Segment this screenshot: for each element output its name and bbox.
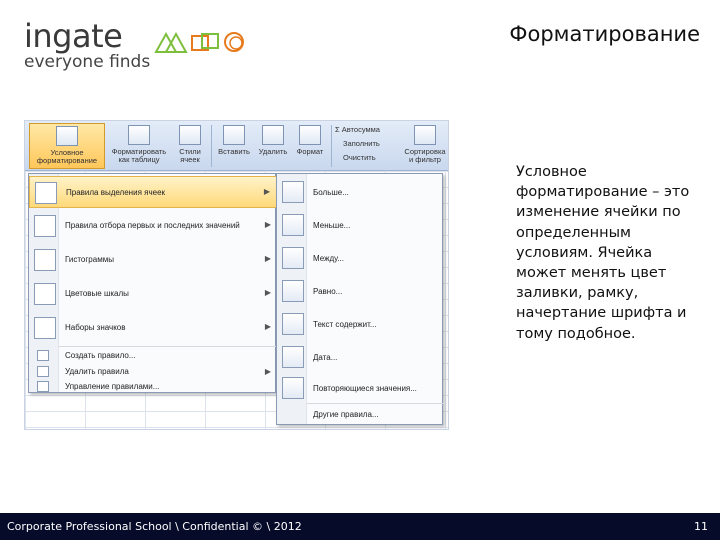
conditional-format-icon — [56, 126, 78, 146]
menu-separator — [59, 346, 277, 347]
clear-button[interactable]: Очистить — [343, 153, 376, 162]
text-contains-icon — [282, 313, 304, 335]
between-icon — [282, 247, 304, 269]
format-button[interactable]: Формат — [293, 123, 327, 169]
menu-item-label: Правила выделения ячеек — [66, 188, 166, 197]
menu-item-highlight-rules[interactable]: Правила выделения ячеек ▶ — [29, 176, 277, 208]
chevron-right-icon: ▶ — [263, 187, 270, 196]
submenu-separator — [307, 403, 444, 404]
top-bottom-icon — [34, 215, 56, 237]
chevron-right-icon: ▶ — [264, 220, 271, 229]
menu-item-label: Правила отбора первых и последних значен… — [65, 221, 240, 230]
ribbon-separator — [211, 125, 212, 167]
chevron-right-icon: ▶ — [264, 322, 271, 331]
submenu-item-label: Дата... — [313, 353, 338, 362]
date-icon — [282, 346, 304, 368]
ribbon-separator — [331, 125, 332, 167]
manage-rules-icon — [37, 381, 49, 392]
footer-bar: Corporate Professional School \ Confiden… — [0, 513, 720, 540]
submenu-item-between[interactable]: Между... — [277, 242, 444, 275]
clear-rules-icon — [37, 366, 49, 377]
excel-screenshot: Условное форматирование Форматировать ка… — [24, 120, 449, 430]
format-icon — [299, 125, 321, 145]
menu-item-label: Удалить правила — [65, 367, 129, 376]
menu-item-label: Управление правилами... — [65, 382, 160, 391]
menu-item-new-rule[interactable]: Создать правило... — [29, 348, 277, 364]
sort-filter-label: Сортировка и фильтр — [404, 147, 446, 164]
new-rule-icon — [37, 350, 49, 361]
data-bars-icon — [34, 249, 56, 271]
submenu-item-label: Равно... — [313, 287, 343, 296]
less-than-icon — [282, 214, 304, 236]
cell-styles-label: Стили ячеек — [179, 147, 201, 164]
submenu-item-label: Повторяющиеся значения... — [313, 384, 417, 393]
insert-label: Вставить — [218, 147, 250, 156]
format-as-table-label: Форматировать как таблицу — [111, 147, 167, 164]
menu-item-manage-rules[interactable]: Управление правилами... — [29, 379, 277, 395]
slide: ingate everyone finds Форматирование Усл… — [0, 0, 720, 540]
color-scales-icon — [34, 283, 56, 305]
menu-item-data-bars[interactable]: Гистограммы ▶ — [29, 244, 277, 276]
sort-icon — [414, 125, 436, 145]
submenu-item-equal[interactable]: Равно... — [277, 275, 444, 308]
chevron-right-icon: ▶ — [264, 288, 271, 297]
format-label: Формат — [296, 147, 324, 156]
conditional-format-menu: Правила выделения ячеек ▶ Правила отбора… — [28, 173, 277, 395]
sort-filter-button[interactable]: Сортировка и фильтр — [403, 123, 447, 169]
chevron-right-icon: ▶ — [264, 367, 271, 376]
highlight-rules-submenu: Больше... Меньше... Между... Равно... Те… — [276, 173, 444, 425]
logo-word: ingate — [24, 17, 123, 55]
footer-text: Corporate Professional School \ Confiden… — [7, 520, 302, 533]
autosum-button[interactable]: Σ Автосумма — [335, 125, 380, 134]
delete-label: Удалить — [258, 147, 288, 156]
greater-than-icon — [282, 181, 304, 203]
submenu-item-duplicates[interactable]: Повторяющиеся значения... — [277, 372, 444, 405]
menu-item-icon-sets[interactable]: Наборы значков ▶ — [29, 312, 277, 344]
submenu-item-label: Больше... — [313, 188, 349, 197]
highlight-rules-icon — [35, 182, 57, 204]
fill-button[interactable]: Заполнить — [343, 139, 380, 148]
menu-item-clear-rules[interactable]: Удалить правила ▶ — [29, 364, 277, 380]
duplicate-values-icon — [282, 377, 304, 399]
submenu-item-label: Меньше... — [313, 221, 351, 230]
submenu-item-date[interactable]: Дата... — [277, 341, 444, 374]
slide-body-text: Условное форматирование – это изменение … — [516, 164, 690, 342]
ingate-logo: ingate everyone finds — [24, 17, 244, 72]
conditional-format-label: Условное форматирование — [36, 148, 98, 165]
insert-icon — [223, 125, 245, 145]
equal-icon — [282, 280, 304, 302]
page-number: 11 — [694, 520, 708, 533]
logo-mark-icon — [154, 31, 244, 53]
conditional-format-button[interactable]: Условное форматирование — [29, 123, 105, 169]
submenu-item-greater[interactable]: Больше... — [277, 176, 444, 209]
cell-styles-icon — [179, 125, 201, 145]
chevron-right-icon: ▶ — [264, 254, 271, 263]
logo-tagline: everyone finds — [24, 52, 151, 72]
menu-item-top-bottom-rules[interactable]: Правила отбора первых и последних значен… — [29, 210, 277, 242]
insert-button[interactable]: Вставить — [215, 123, 253, 169]
icon-sets-icon — [34, 317, 56, 339]
menu-item-label: Гистограммы — [65, 255, 114, 264]
submenu-item-label: Текст содержит... — [313, 320, 377, 329]
submenu-item-less[interactable]: Меньше... — [277, 209, 444, 242]
table-format-icon — [128, 125, 150, 145]
menu-item-label: Цветовые шкалы — [65, 289, 129, 298]
menu-item-color-scales[interactable]: Цветовые шкалы ▶ — [29, 278, 277, 310]
menu-item-label: Наборы значков — [65, 323, 126, 332]
submenu-item-other-rules[interactable]: Другие правила... — [313, 410, 379, 419]
delete-icon — [262, 125, 284, 145]
format-as-table-button[interactable]: Форматировать как таблицу — [107, 123, 171, 169]
submenu-item-text-contains[interactable]: Текст содержит... — [277, 308, 444, 341]
delete-button[interactable]: Удалить — [255, 123, 291, 169]
ribbon: Условное форматирование Форматировать ка… — [25, 121, 448, 171]
slide-title: Форматирование — [509, 22, 700, 46]
menu-item-label: Создать правило... — [65, 351, 136, 360]
cell-styles-button[interactable]: Стили ячеек — [173, 123, 207, 169]
submenu-item-label: Между... — [313, 254, 344, 263]
